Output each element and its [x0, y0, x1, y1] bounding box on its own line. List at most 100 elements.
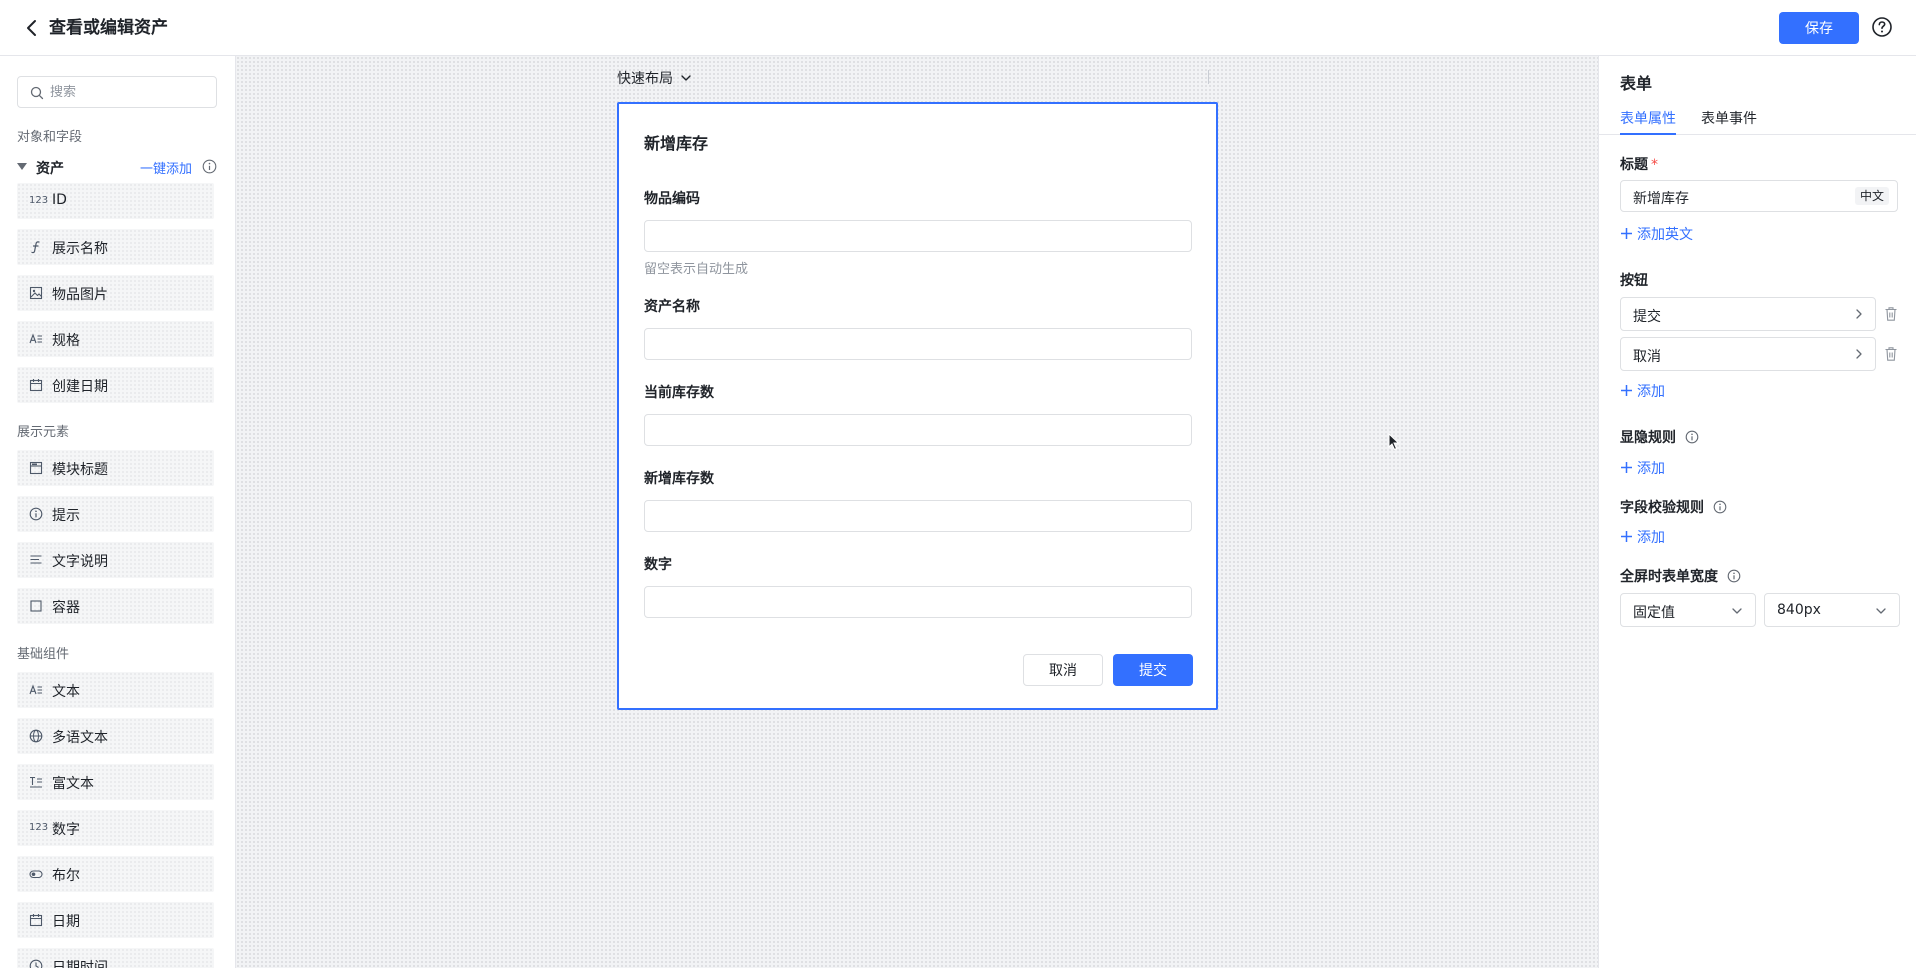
fullscreen-width-label: 全屏时表单宽度: [1620, 566, 1741, 586]
visibility-rules-label: 显隐规则: [1620, 427, 1699, 447]
basic-item-label: 日期时间: [52, 960, 108, 968]
validation-rules-label: 字段校验规则: [1620, 497, 1727, 517]
toolbar-divider: [1208, 70, 1209, 84]
info-icon[interactable]: [1685, 430, 1699, 444]
add-visibility-rule-link[interactable]: 添加: [1620, 458, 1665, 478]
plus-icon: [1621, 462, 1632, 473]
tab-form-events[interactable]: 表单事件: [1701, 108, 1757, 135]
properties-panel: 表单 表单属性 表单事件 标题 * 新增库存 中文 添加英文 按钮 提交 取消 添…: [1598, 56, 1916, 968]
quick-layout-dropdown[interactable]: 快速布局: [617, 68, 692, 88]
plus-icon: [1621, 531, 1632, 542]
display-item-label: 模块标题: [52, 462, 108, 478]
form-preview-card[interactable]: 新增库存 物品编码 留空表示自动生成 资产名称 当前库存数 新增库存数 数字 取…: [617, 102, 1218, 710]
basic-item-number[interactable]: 123 数字: [17, 810, 214, 846]
search-icon: [30, 86, 44, 100]
tab-form-properties[interactable]: 表单属性: [1620, 108, 1676, 135]
calendar-icon: [29, 378, 43, 392]
basic-item-multilang-text[interactable]: 多语文本: [17, 718, 214, 754]
width-mode-select[interactable]: 固定值: [1620, 593, 1756, 627]
add-button-link[interactable]: 添加: [1620, 381, 1665, 401]
display-item-label: 容器: [52, 600, 80, 616]
display-item-block-title[interactable]: 模块标题: [17, 450, 214, 486]
text-icon: [29, 683, 43, 697]
chevron-right-icon: [1856, 309, 1862, 319]
form-submit-button[interactable]: 提交: [1113, 654, 1193, 686]
back-arrow-icon[interactable]: [20, 16, 44, 40]
globe-icon: [29, 729, 43, 743]
info-icon[interactable]: [1713, 500, 1727, 514]
plus-icon: [1621, 385, 1632, 396]
basic-item-text[interactable]: 文本: [17, 672, 214, 708]
number-icon: 123: [29, 195, 49, 206]
width-value: 840px: [1777, 602, 1821, 618]
field-item-created-date[interactable]: 创建日期: [17, 367, 214, 403]
button-config-submit[interactable]: 提交: [1620, 297, 1876, 331]
field-item-label: 展示名称: [52, 241, 108, 257]
form-title-value: 新增库存: [1633, 191, 1689, 207]
basic-item-datetime[interactable]: 日期时间: [17, 948, 214, 968]
display-item-text-description[interactable]: 文字说明: [17, 542, 214, 578]
button-config-cancel[interactable]: 取消: [1620, 337, 1876, 371]
display-item-tip[interactable]: 提示: [17, 496, 214, 532]
display-item-container[interactable]: 容器: [17, 588, 214, 624]
number-input[interactable]: [644, 586, 1192, 618]
form-title: 新增库存: [644, 134, 709, 153]
block-title-icon: [29, 461, 43, 475]
help-icon[interactable]: [1871, 16, 1893, 38]
caret-down-icon[interactable]: [17, 163, 27, 170]
display-item-label: 提示: [52, 508, 80, 524]
form-field-label: 新增库存数: [644, 471, 714, 487]
required-asterisk: *: [1651, 157, 1658, 173]
display-item-label: 文字说明: [52, 554, 108, 570]
width-value-select[interactable]: 840px: [1764, 593, 1900, 627]
asset-group-header: 资产 一键添加: [17, 156, 217, 178]
field-item-label: 规格: [52, 333, 80, 349]
field-item-id[interactable]: 123 ID: [17, 183, 214, 219]
basic-item-label: 文本: [52, 684, 80, 700]
add-english-link[interactable]: 添加英文: [1620, 224, 1693, 244]
chevron-down-icon: [1876, 608, 1886, 614]
asset-group-label: 资产: [36, 161, 64, 177]
form-cancel-button[interactable]: 取消: [1023, 654, 1103, 686]
field-item-display-name[interactable]: 展示名称: [17, 229, 214, 265]
add-all-link[interactable]: 一键添加: [140, 158, 192, 177]
basic-item-label: 日期: [52, 914, 80, 930]
item-code-input[interactable]: [644, 220, 1192, 252]
field-item-spec[interactable]: 规格: [17, 321, 214, 357]
image-icon: [29, 286, 43, 300]
buttons-section-label: 按钮: [1620, 273, 1648, 289]
basic-item-label: 数字: [52, 822, 80, 838]
asset-name-input[interactable]: [644, 328, 1192, 360]
text-icon: [29, 332, 43, 346]
design-canvas: 快速布局 新增库存 物品编码 留空表示自动生成 资产名称 当前库存数 新增库存数…: [236, 56, 1598, 968]
delete-icon[interactable]: [1884, 346, 1898, 362]
chevron-down-icon: [1732, 608, 1742, 614]
panel-title: 表单: [1620, 74, 1653, 93]
basic-item-rich-text[interactable]: 富文本: [17, 764, 214, 800]
form-field-hint: 留空表示自动生成: [644, 262, 749, 277]
paragraph-icon: [29, 553, 43, 567]
current-stock-input[interactable]: [644, 414, 1192, 446]
field-item-label: 创建日期: [52, 379, 108, 395]
form-field-label: 物品编码: [644, 191, 700, 207]
basic-item-boolean[interactable]: 布尔: [17, 856, 214, 892]
component-sidebar: 对象和字段 资产 一键添加 123 ID 展示名称 物品图片 规格: [0, 56, 236, 968]
field-item-label: 物品图片: [52, 287, 108, 303]
add-validation-rule-link[interactable]: 添加: [1620, 527, 1665, 547]
new-stock-input[interactable]: [644, 500, 1192, 532]
button-config-label: 取消: [1633, 349, 1661, 365]
quick-layout-label: 快速布局: [617, 71, 673, 87]
search-input[interactable]: [50, 77, 210, 107]
info-icon[interactable]: [202, 159, 217, 174]
form-field-label: 数字: [644, 557, 672, 573]
section-display-label: 展示元素: [17, 425, 70, 440]
formula-icon: [29, 240, 43, 254]
info-icon[interactable]: [1727, 569, 1741, 583]
delete-icon[interactable]: [1884, 306, 1898, 322]
form-title-input[interactable]: 新增库存 中文: [1620, 180, 1898, 212]
field-item-item-image[interactable]: 物品图片: [17, 275, 214, 311]
basic-item-date[interactable]: 日期: [17, 902, 214, 938]
page-title: 查看或编辑资产: [49, 18, 168, 38]
chevron-down-icon: [681, 75, 692, 81]
save-button[interactable]: 保存: [1779, 12, 1859, 44]
